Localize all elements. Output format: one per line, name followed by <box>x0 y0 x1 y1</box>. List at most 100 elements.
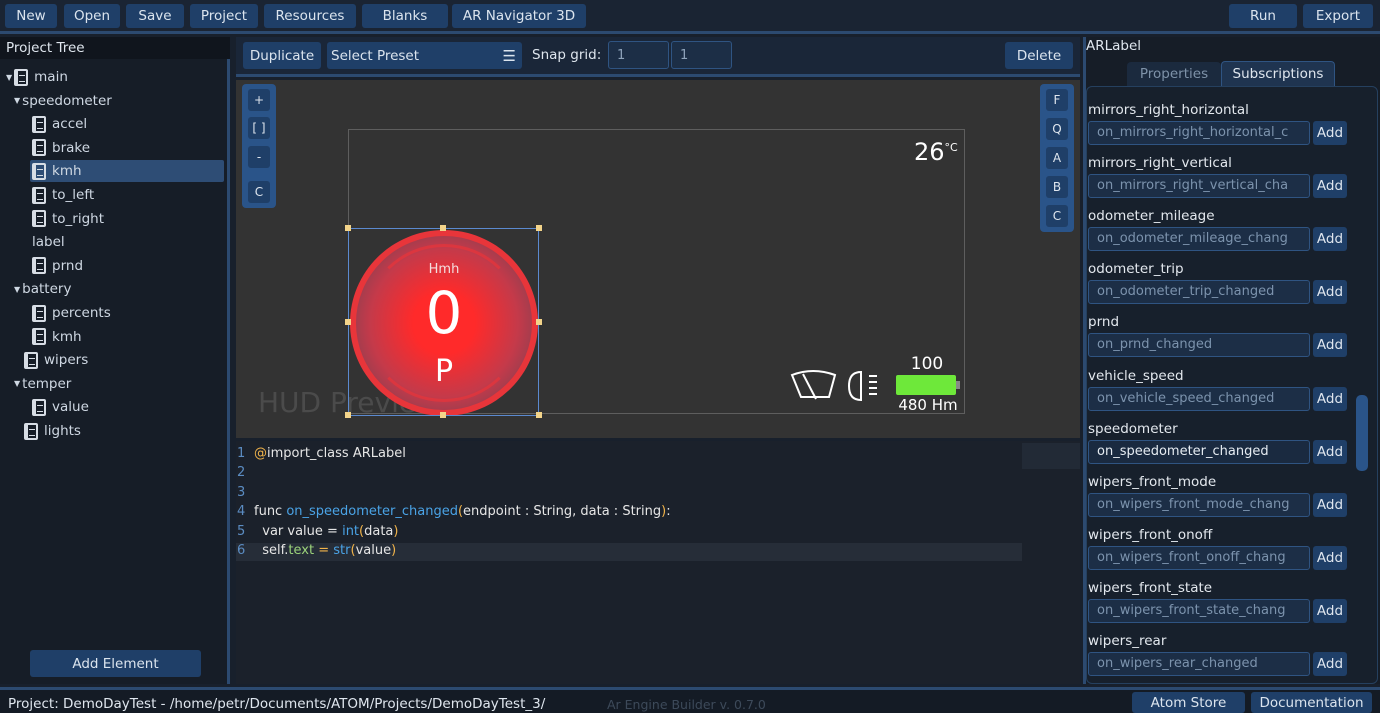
tree-item-to_right[interactable]: to_right <box>32 208 104 230</box>
subscription-handler-input[interactable]: on_odometer_trip_changed <box>1088 280 1310 305</box>
subscription-handler-input[interactable]: on_wipers_front_state_chang <box>1088 598 1310 623</box>
line-number: 5 <box>237 523 246 539</box>
align-tool-button[interactable]: C <box>1046 205 1068 227</box>
code-minimap[interactable] <box>1022 443 1080 469</box>
add-subscription-button[interactable]: Add <box>1313 439 1347 464</box>
code-token: ) <box>391 543 397 558</box>
resize-handle[interactable] <box>440 412 446 418</box>
zoom-tool-button[interactable]: - <box>248 146 270 168</box>
code-token: = <box>314 543 334 558</box>
resize-handle[interactable] <box>440 225 446 231</box>
subscription-handler-input[interactable]: on_wipers_front_onoff_chang <box>1088 545 1310 570</box>
zoom-tool-button[interactable]: [ ] <box>248 117 270 139</box>
run-button[interactable]: Run <box>1229 4 1297 28</box>
preset-select[interactable]: Select Preset ☰ <box>327 42 522 69</box>
add-subscription-button[interactable]: Add <box>1313 174 1347 199</box>
tree-item-label: temper <box>22 375 72 392</box>
subscription-name: wipers_front_mode <box>1088 473 1217 490</box>
zoom-tool-button[interactable]: + <box>248 89 270 111</box>
subscription-handler-input[interactable]: on_wipers_front_mode_chang <box>1088 492 1310 517</box>
tree-item-label: lights <box>44 423 81 439</box>
add-subscription-button[interactable]: Add <box>1313 492 1347 517</box>
export-button[interactable]: Export <box>1303 4 1373 28</box>
resize-handle[interactable] <box>345 412 351 418</box>
battery-percent: 100 <box>910 354 944 374</box>
tree-item-percents[interactable]: percents <box>32 302 111 324</box>
add-element-button[interactable]: Add Element <box>30 650 201 677</box>
resize-handle[interactable] <box>536 412 542 418</box>
tree-item-value[interactable]: value <box>32 396 89 418</box>
expand-arrow-icon[interactable]: ▼ <box>14 285 20 294</box>
resize-handle[interactable] <box>536 225 542 231</box>
tree-item-kmh[interactable]: kmh <box>32 326 82 348</box>
duplicate-button[interactable]: Duplicate <box>243 42 321 69</box>
tree-item-kmh[interactable]: kmh <box>30 160 224 183</box>
tree-item-battery[interactable]: ▼ battery <box>14 278 71 300</box>
tree-item-lights[interactable]: lights <box>24 420 81 442</box>
add-subscription-button[interactable]: Add <box>1313 280 1347 305</box>
tab-subscriptions[interactable]: Subscriptions <box>1221 61 1335 86</box>
resize-handle[interactable] <box>536 319 542 325</box>
zoom-tool-button[interactable]: C <box>248 181 270 203</box>
subscription-handler-input[interactable]: on_mirrors_right_horizontal_c <box>1088 121 1310 145</box>
tree-item-brake[interactable]: brake <box>32 137 90 159</box>
resize-handle[interactable] <box>345 225 351 231</box>
code-line[interactable]: @import_class ARLabel <box>254 446 406 461</box>
expand-arrow-icon[interactable]: ▼ <box>6 73 12 82</box>
tree-item-main[interactable]: ▼ main <box>6 66 68 88</box>
subscription-handler-input[interactable]: on_odometer_mileage_chang <box>1088 227 1310 252</box>
tree-item-to_left[interactable]: to_left <box>32 184 94 206</box>
ar-navigator-3d-button[interactable]: AR Navigator 3D <box>452 4 586 28</box>
snap-x-input[interactable]: 1 <box>608 41 669 69</box>
documentation-button[interactable]: Documentation <box>1251 692 1372 713</box>
project-button[interactable]: Project <box>190 4 258 28</box>
expand-arrow-icon[interactable]: ▼ <box>14 379 20 388</box>
add-subscription-button[interactable]: Add <box>1313 652 1347 676</box>
add-subscription-button[interactable]: Add <box>1313 545 1347 570</box>
scrollbar-thumb[interactable] <box>1356 395 1368 471</box>
align-tool-button[interactable]: B <box>1046 176 1068 198</box>
tab-properties[interactable]: Properties <box>1127 62 1221 86</box>
tree-item-speedometer[interactable]: ▼ speedometer <box>14 90 112 112</box>
add-subscription-button[interactable]: Add <box>1313 598 1347 623</box>
battery-bar <box>896 375 956 395</box>
resize-handle[interactable] <box>345 319 351 325</box>
subscription-handler-input[interactable]: on_vehicle_speed_changed <box>1088 386 1310 411</box>
tree-item-wipers[interactable]: wipers <box>24 349 88 371</box>
code-line[interactable]: self.text = str(value) <box>254 543 396 558</box>
subscription-handler-input[interactable]: on_mirrors_right_vertical_cha <box>1088 174 1310 199</box>
tree-item-label[interactable]: label <box>32 231 65 253</box>
align-tool-button[interactable]: A <box>1046 147 1068 169</box>
code-line[interactable]: var value = int(data) <box>254 524 398 539</box>
resources-button[interactable]: Resources <box>264 4 356 28</box>
add-subscription-button[interactable]: Add <box>1313 227 1347 252</box>
code-token: int <box>342 523 360 539</box>
new-button[interactable]: New <box>5 4 57 28</box>
tree-item-label: prnd <box>52 257 84 274</box>
tree-item-accel[interactable]: accel <box>32 113 87 135</box>
inspector-title: ARLabel <box>1086 38 1142 54</box>
subscription-handler-input[interactable]: on_prnd_changed <box>1088 333 1310 358</box>
line-number: 4 <box>237 504 246 520</box>
subscription-handler-input[interactable]: on_wipers_rear_changed <box>1088 652 1310 676</box>
add-subscription-button[interactable]: Add <box>1313 333 1347 358</box>
tree-item-label: label <box>32 234 65 251</box>
blanks-button[interactable]: Blanks <box>362 4 448 28</box>
save-button[interactable]: Save <box>126 4 184 28</box>
add-subscription-button[interactable]: Add <box>1313 386 1347 411</box>
delete-button[interactable]: Delete <box>1005 42 1073 69</box>
code-editor[interactable] <box>236 441 1080 684</box>
add-subscription-button[interactable]: Add <box>1313 121 1347 145</box>
tree-item-prnd[interactable]: prnd <box>32 255 83 277</box>
code-line[interactable]: func on_speedometer_changed(endpoint : S… <box>254 504 671 519</box>
tree-item-temper[interactable]: ▼ temper <box>14 373 71 395</box>
subscription-handler-input[interactable]: on_speedometer_changed <box>1088 439 1310 464</box>
snap-y-input[interactable]: 1 <box>671 41 732 69</box>
open-button[interactable]: Open <box>64 4 120 28</box>
tree-item-label: speedometer <box>22 92 112 109</box>
atom-store-button[interactable]: Atom Store <box>1132 692 1245 713</box>
align-tool-button[interactable]: F <box>1046 89 1068 111</box>
code-token: text <box>288 543 315 558</box>
align-tool-button[interactable]: Q <box>1046 118 1068 140</box>
expand-arrow-icon[interactable]: ▼ <box>14 96 20 105</box>
